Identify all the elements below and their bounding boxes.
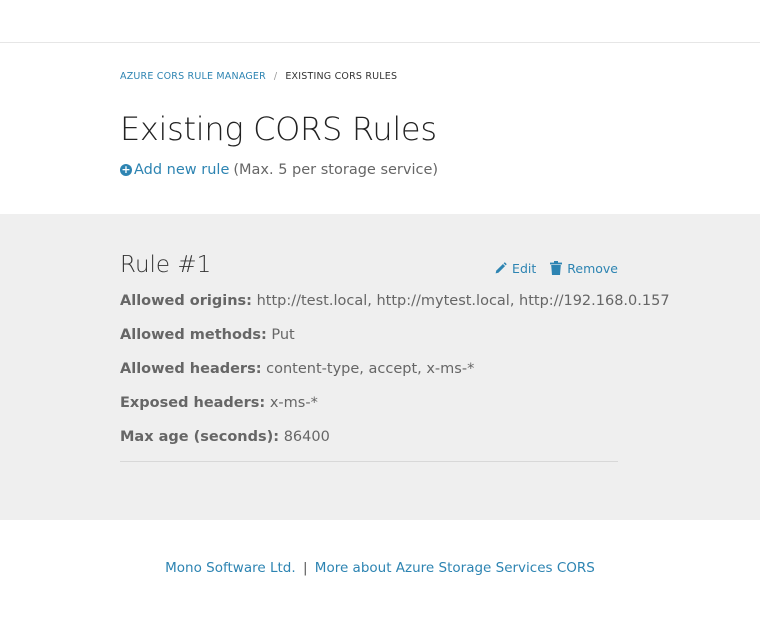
prop-key: Allowed methods: [120,327,267,343]
prop-value: Put [271,327,295,343]
prop-max-age: Max age (seconds): 86400 [120,427,618,447]
prop-allowed-headers: Allowed headers: content-type, accept, x… [120,359,618,379]
prop-allowed-methods: Allowed methods: Put [120,325,618,345]
rule-divider [120,461,618,462]
pencil-icon [495,261,507,273]
prop-exposed-headers: Exposed headers: x-ms-* [120,393,618,413]
top-navbar [0,0,760,43]
breadcrumb-separator: / [273,70,278,82]
rules-panel: Rule #1 Edit Remove Allowed origins: htt… [0,214,760,520]
prop-key: Exposed headers: [120,395,266,411]
prop-allowed-origins: Allowed origins: http://test.local, http… [120,291,670,311]
rule-actions: Edit Remove [494,261,618,276]
plus-circle-icon: + [120,163,132,176]
rule-title: Rule #1 [120,252,212,278]
add-rule-note: (Max. 5 per storage service) [233,162,439,178]
page-title: Existing CORS Rules [120,110,437,148]
footer-separator: | [302,560,308,576]
prop-key: Allowed headers: [120,361,262,377]
add-new-rule-link[interactable]: + Add new rule [120,162,229,178]
edit-label: Edit [512,260,537,276]
breadcrumb-home-link[interactable]: AZURE CORS RULE MANAGER [120,71,266,82]
prop-key: Allowed origins: [120,293,252,309]
prop-key: Max age (seconds): [120,429,280,445]
breadcrumb-current: EXISTING CORS RULES [285,70,398,82]
company-link[interactable]: Mono Software Ltd. [165,560,296,576]
page-header: AZURE CORS RULE MANAGER / EXISTING CORS … [0,43,760,214]
rule-properties: Allowed origins: http://test.local, http… [120,291,670,447]
footer: Mono Software Ltd. | More about Azure St… [0,560,760,576]
prop-value: 86400 [283,429,330,445]
add-new-rule-label: Add new rule [134,162,230,178]
add-rule-row: + Add new rule (Max. 5 per storage servi… [120,162,760,178]
rule-card: Rule #1 Edit Remove Allowed origins: htt… [120,250,670,462]
edit-rule-button[interactable]: Edit [494,261,536,276]
prop-value: content-type, accept, x-ms-* [266,361,475,377]
prop-value: http://test.local, http://mytest.local, … [256,293,670,309]
breadcrumb: AZURE CORS RULE MANAGER / EXISTING CORS … [120,70,760,82]
prop-value: x-ms-* [269,395,318,411]
rule-header: Rule #1 Edit Remove [120,250,618,280]
trash-icon [550,261,563,275]
remove-rule-button[interactable]: Remove [550,261,618,276]
remove-label: Remove [567,260,618,276]
more-about-cors-link[interactable]: More about Azure Storage Services CORS [315,560,595,576]
